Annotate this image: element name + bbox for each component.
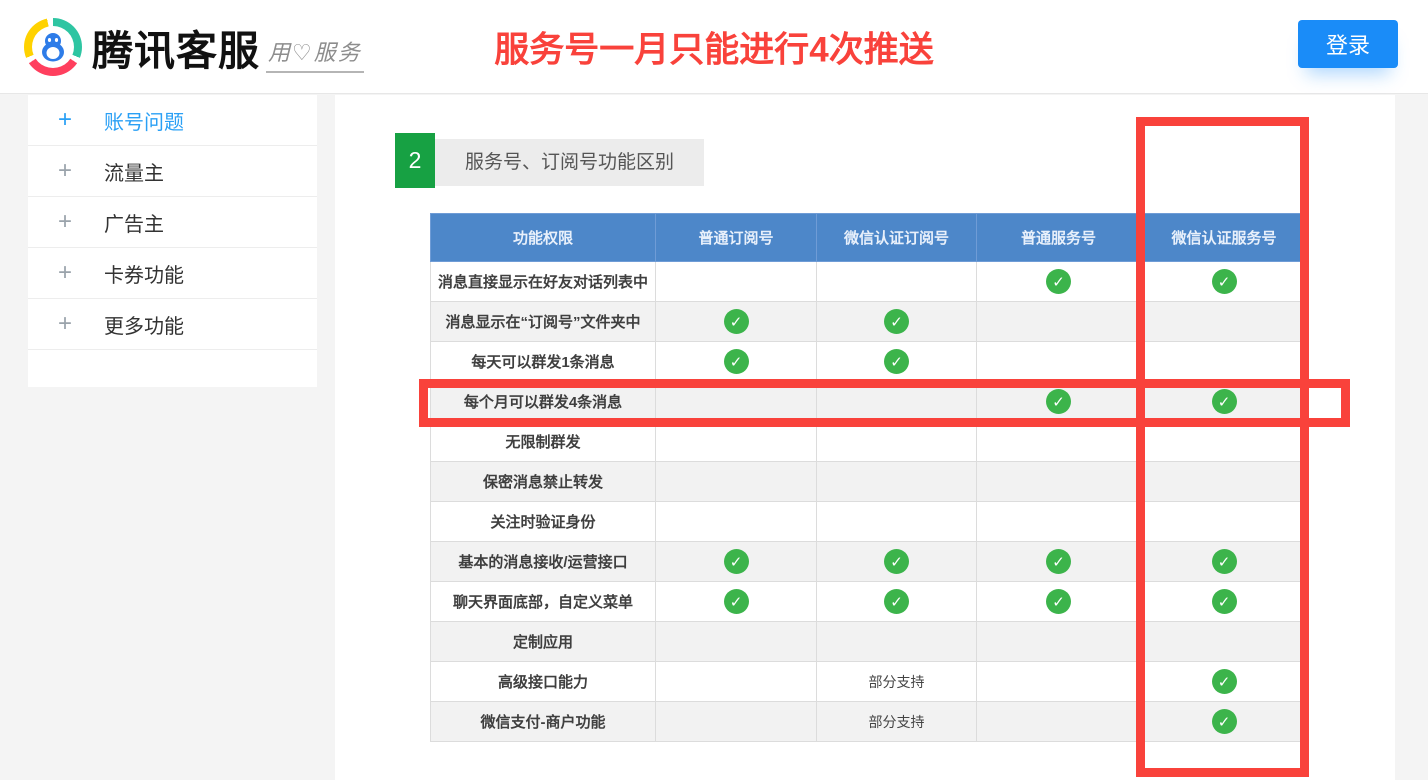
check-icon: ✓ — [723, 589, 749, 614]
empty-cell — [816, 501, 977, 542]
sidebar-menu: + 账号问题 + 流量主 + 广告主 + 卡券功能 + 更多功能 — [28, 95, 317, 387]
feature-label: 保密消息禁止转发 — [430, 461, 656, 502]
feature-label: 高级接口能力 — [430, 661, 656, 702]
empty-cell — [655, 261, 817, 302]
login-button[interactable]: 登录 — [1298, 20, 1398, 68]
feature-label: 关注时验证身份 — [430, 501, 656, 542]
supported-cell: ✓ — [655, 581, 817, 622]
empty-cell — [655, 621, 817, 662]
check-icon: ✓ — [1046, 589, 1071, 614]
feature-label: 定制应用 — [430, 621, 656, 662]
column-header: 微信认证订阅号 — [816, 213, 977, 262]
penguin-glyph — [42, 33, 64, 62]
sidebar-item[interactable]: + 广告主 — [28, 197, 317, 248]
partial-support-cell: 部分支持 — [816, 701, 977, 742]
feature-label: 每天可以群发1条消息 — [430, 341, 656, 382]
column-header: 普通服务号 — [976, 213, 1141, 262]
empty-cell — [976, 501, 1141, 542]
empty-cell — [816, 261, 977, 302]
feature-label: 消息直接显示在好友对话列表中 — [430, 261, 656, 302]
sidebar-item-label: 账号问题 — [104, 111, 184, 134]
supported-cell: ✓ — [655, 341, 817, 382]
check-icon: ✓ — [884, 589, 909, 614]
supported-cell: ✓ — [655, 541, 817, 582]
annotation-banner-title: 服务号一月只能进行4次推送 — [494, 30, 934, 69]
supported-cell: ✓ — [816, 301, 977, 342]
logo-text: 腾讯客服 — [92, 28, 260, 74]
supported-cell: ✓ — [816, 581, 977, 622]
sidebar-item-label: 卡券功能 — [104, 264, 184, 287]
empty-cell — [816, 421, 977, 462]
annotation-rect-column-highlight — [1136, 117, 1309, 777]
empty-cell — [976, 621, 1141, 662]
column-header: 功能权限 — [430, 213, 656, 262]
tencent-penguin-icon — [24, 18, 82, 76]
expand-plus-icon[interactable]: + — [58, 310, 104, 338]
empty-cell — [816, 461, 977, 502]
feature-label: 消息显示在“订阅号”文件夹中 — [430, 301, 656, 342]
section-title: 服务号、订阅号功能区别 — [435, 139, 705, 186]
expand-plus-icon[interactable]: + — [58, 208, 104, 236]
partial-support-cell: 部分支持 — [816, 661, 977, 702]
check-icon: ✓ — [723, 349, 749, 374]
empty-cell — [655, 701, 817, 742]
check-icon: ✓ — [884, 349, 909, 374]
sidebar-item[interactable]: + 账号问题 — [28, 95, 317, 146]
empty-cell — [976, 461, 1141, 502]
expand-plus-icon[interactable]: + — [58, 106, 104, 134]
empty-cell — [976, 661, 1141, 702]
annotation-rect-row-highlight — [419, 379, 1350, 427]
section-header: 2 服务号、订阅号功能区别 — [395, 133, 705, 188]
expand-plus-icon[interactable]: + — [58, 259, 104, 287]
empty-cell — [816, 621, 977, 662]
sidebar-item[interactable]: + 卡券功能 — [28, 248, 317, 299]
sidebar-item-label: 更多功能 — [104, 315, 184, 338]
feature-label: 基本的消息接收/运营接口 — [430, 541, 656, 582]
sidebar-item-label: 广告主 — [104, 213, 164, 236]
supported-cell: ✓ — [816, 341, 977, 382]
check-icon: ✓ — [884, 549, 909, 574]
check-icon: ✓ — [1046, 269, 1071, 294]
top-header: 腾讯客服 用♡服务 服务号一月只能进行4次推送 登录 — [0, 0, 1428, 94]
feature-label: 微信支付-商户功能 — [430, 701, 656, 742]
supported-cell: ✓ — [816, 541, 977, 582]
feature-label: 无限制群发 — [430, 421, 656, 462]
check-icon: ✓ — [1046, 549, 1071, 574]
empty-cell — [655, 501, 817, 542]
section-number-badge: 2 — [395, 133, 435, 188]
supported-cell: ✓ — [976, 581, 1141, 622]
logo-slogan: 用♡服务 — [266, 35, 364, 73]
sidebar-item[interactable]: + 流量主 — [28, 146, 317, 197]
check-icon: ✓ — [884, 309, 909, 334]
feature-label: 聊天界面底部，自定义菜单 — [430, 581, 656, 622]
logo[interactable]: 腾讯客服 用♡服务 — [24, 17, 364, 77]
expand-plus-icon[interactable]: + — [58, 157, 104, 185]
empty-cell — [976, 341, 1141, 382]
empty-cell — [976, 301, 1141, 342]
supported-cell: ✓ — [976, 261, 1141, 302]
empty-cell — [655, 421, 817, 462]
empty-cell — [655, 461, 817, 502]
sidebar-item-label: 流量主 — [104, 162, 164, 185]
check-icon: ✓ — [723, 549, 749, 574]
supported-cell: ✓ — [976, 541, 1141, 582]
check-icon: ✓ — [723, 309, 749, 334]
supported-cell: ✓ — [655, 301, 817, 342]
sidebar-item[interactable]: + 更多功能 — [28, 299, 317, 350]
empty-cell — [655, 661, 817, 702]
column-header: 普通订阅号 — [655, 213, 817, 262]
empty-cell — [976, 701, 1141, 742]
empty-cell — [976, 421, 1141, 462]
